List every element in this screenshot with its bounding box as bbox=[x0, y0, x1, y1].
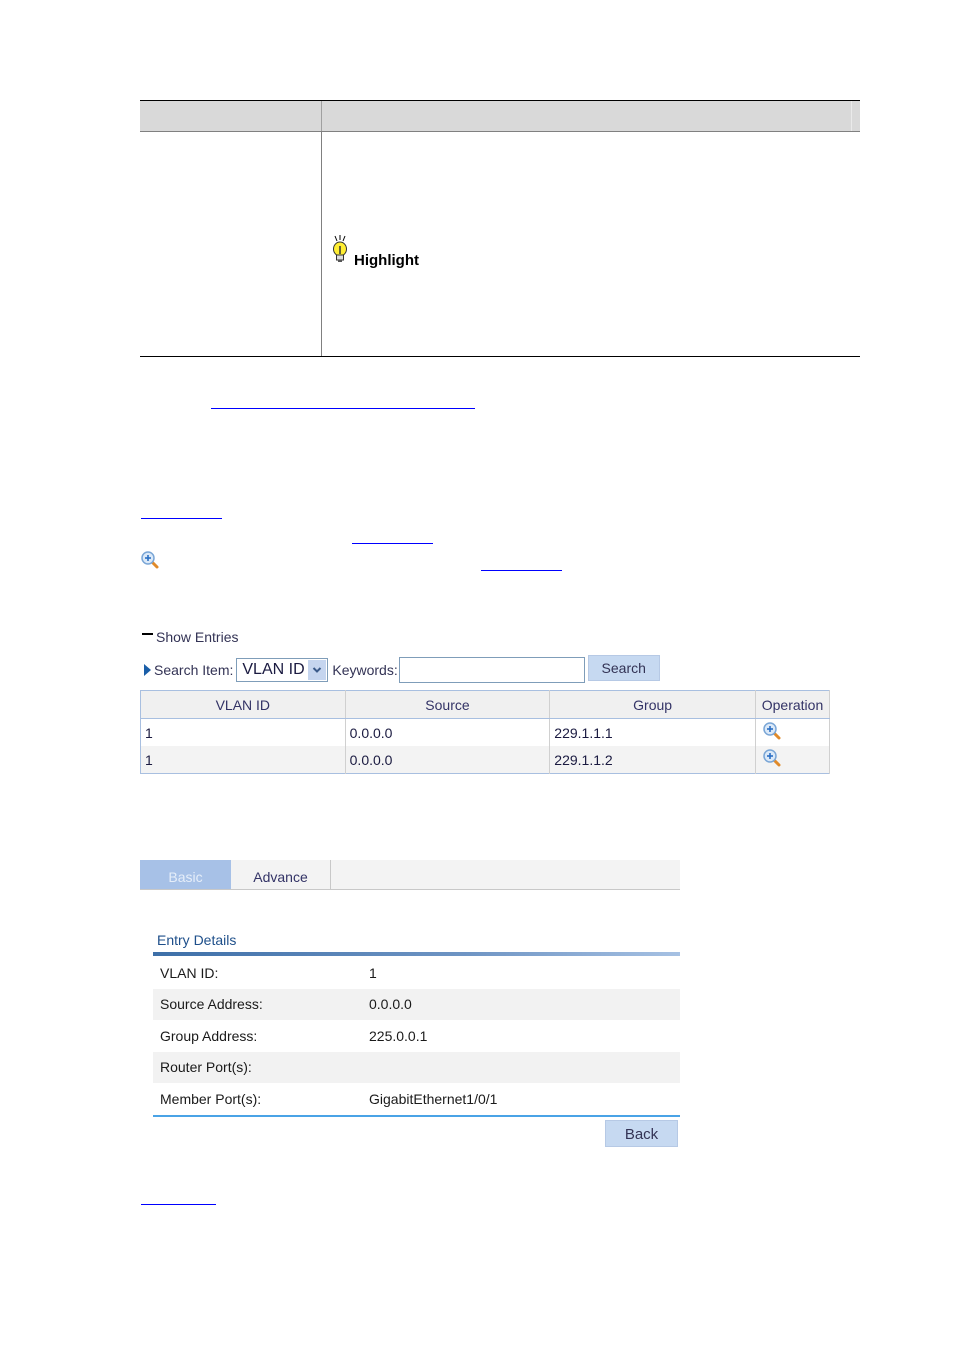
cell-source: 0.0.0.0 bbox=[345, 718, 551, 746]
cell-operation bbox=[755, 718, 831, 746]
cell-group: 229.1.1.1 bbox=[549, 718, 756, 746]
search-item-select[interactable]: VLAN ID bbox=[236, 658, 329, 682]
table-row: 1 0.0.0.0 229.1.1.2 bbox=[140, 746, 831, 774]
parameter-table-body bbox=[140, 131, 860, 357]
search-item-selected: VLAN ID bbox=[242, 661, 305, 678]
search-item-label: Search Item: bbox=[154, 662, 234, 678]
search-row: Search Item: VLAN ID Keywords: Search bbox=[144, 655, 660, 684]
entries-table: VLAN ID Source Group Operation 1 0.0.0.0… bbox=[140, 690, 831, 774]
hyperlink[interactable] bbox=[481, 570, 562, 571]
keywords-label: Keywords: bbox=[332, 662, 398, 678]
column-divider bbox=[851, 101, 852, 131]
tab-advance[interactable]: Advance bbox=[231, 860, 331, 889]
detail-row-router-ports: Router Port(s): bbox=[153, 1051, 680, 1083]
zoom-in-icon[interactable] bbox=[762, 748, 781, 767]
column-divider bbox=[321, 101, 322, 131]
zoom-in-icon bbox=[140, 550, 159, 569]
column-divider bbox=[321, 131, 322, 356]
detail-row-group-address: Group Address: 225.0.0.1 bbox=[153, 1020, 680, 1052]
detail-value: 0.0.0.0 bbox=[369, 996, 412, 1013]
detail-value: GigabitEthernet1/0/1 bbox=[369, 1090, 498, 1107]
zoom-in-icon[interactable] bbox=[762, 721, 781, 740]
column-header-vlan-id[interactable]: VLAN ID bbox=[140, 690, 346, 719]
detail-label: Member Port(s): bbox=[160, 1090, 262, 1107]
chevron-down-icon[interactable] bbox=[308, 660, 327, 680]
parameter-table: Highlight bbox=[140, 100, 860, 357]
table-header-row: VLAN ID Source Group Operation bbox=[140, 690, 831, 719]
show-entries-toggle[interactable]: Show Entries bbox=[142, 629, 238, 645]
back-button[interactable]: Back bbox=[605, 1120, 678, 1147]
hyperlink[interactable] bbox=[141, 1204, 216, 1205]
highlight-note: Highlight bbox=[330, 235, 419, 270]
section-divider bbox=[153, 952, 680, 956]
cell-operation bbox=[755, 746, 831, 774]
cell-vlan-id: 1 bbox=[140, 746, 346, 774]
section-divider bbox=[153, 1115, 680, 1117]
detail-value: 225.0.0.1 bbox=[369, 1027, 428, 1044]
column-header-operation: Operation bbox=[755, 690, 831, 719]
triangle-right-icon bbox=[144, 664, 151, 676]
entry-details: VLAN ID: 1 Source Address: 0.0.0.0 Group… bbox=[153, 957, 680, 1115]
cell-source: 0.0.0.0 bbox=[345, 746, 551, 774]
detail-label: Source Address: bbox=[160, 996, 263, 1013]
column-header-source[interactable]: Source bbox=[345, 690, 551, 719]
highlight-label: Highlight bbox=[354, 252, 419, 269]
cell-vlan-id: 1 bbox=[140, 718, 346, 746]
entry-details-title: Entry Details bbox=[157, 932, 237, 948]
hyperlink[interactable] bbox=[141, 518, 222, 519]
lightbulb-icon bbox=[330, 235, 350, 270]
column-header-group[interactable]: Group bbox=[549, 690, 756, 719]
tab-bar: Basic Advance bbox=[140, 860, 680, 890]
hyperlink[interactable] bbox=[352, 543, 433, 544]
show-entries-label: Show Entries bbox=[156, 629, 239, 645]
hyperlink[interactable] bbox=[211, 408, 475, 409]
detail-label: VLAN ID: bbox=[160, 964, 219, 981]
detail-row-source-address: Source Address: 0.0.0.0 bbox=[153, 988, 680, 1020]
cell-group: 229.1.1.2 bbox=[549, 746, 756, 774]
parameter-table-header bbox=[140, 100, 860, 132]
search-button[interactable]: Search bbox=[587, 655, 660, 681]
detail-row-vlan-id: VLAN ID: 1 bbox=[153, 957, 680, 989]
keywords-input[interactable] bbox=[398, 657, 585, 683]
detail-label: Group Address: bbox=[160, 1027, 258, 1044]
detail-value: 1 bbox=[369, 964, 377, 981]
tab-basic[interactable]: Basic bbox=[140, 860, 231, 889]
detail-label: Router Port(s): bbox=[160, 1059, 252, 1076]
detail-row-member-ports: Member Port(s): GigabitEthernet1/0/1 bbox=[153, 1083, 680, 1115]
collapse-icon bbox=[142, 633, 153, 635]
table-row: 1 0.0.0.0 229.1.1.1 bbox=[140, 718, 831, 746]
